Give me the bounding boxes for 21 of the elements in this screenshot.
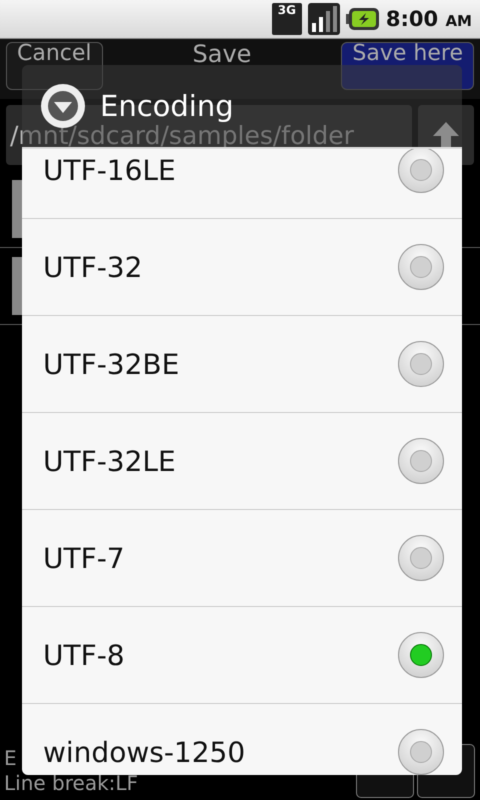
encoding-label: E: [4, 746, 17, 771]
encoding-option[interactable]: UTF-7: [22, 510, 462, 607]
radio-button[interactable]: [398, 149, 444, 193]
encoding-option[interactable]: UTF-32: [22, 219, 462, 316]
radio-button[interactable]: [398, 438, 444, 484]
cancel-button[interactable]: Cancel: [6, 42, 103, 90]
radio-button[interactable]: [398, 341, 444, 387]
encoding-option[interactable]: UTF-8: [22, 607, 462, 704]
save-here-button[interactable]: Save here: [341, 42, 474, 90]
radio-button[interactable]: [398, 729, 444, 775]
radio-button[interactable]: [398, 244, 444, 290]
encoding-option[interactable]: UTF-32LE: [22, 413, 462, 510]
clock: 8:00 AM: [386, 7, 472, 31]
radio-button[interactable]: [398, 632, 444, 678]
screen-title: Save: [192, 42, 252, 66]
network-indicator: 3G: [272, 3, 302, 35]
signal-icon: [308, 3, 340, 35]
encoding-option[interactable]: UTF-16LE: [22, 149, 462, 219]
battery-icon: [346, 7, 380, 31]
encoding-option[interactable]: UTF-32BE: [22, 316, 462, 413]
radio-button[interactable]: [398, 535, 444, 581]
